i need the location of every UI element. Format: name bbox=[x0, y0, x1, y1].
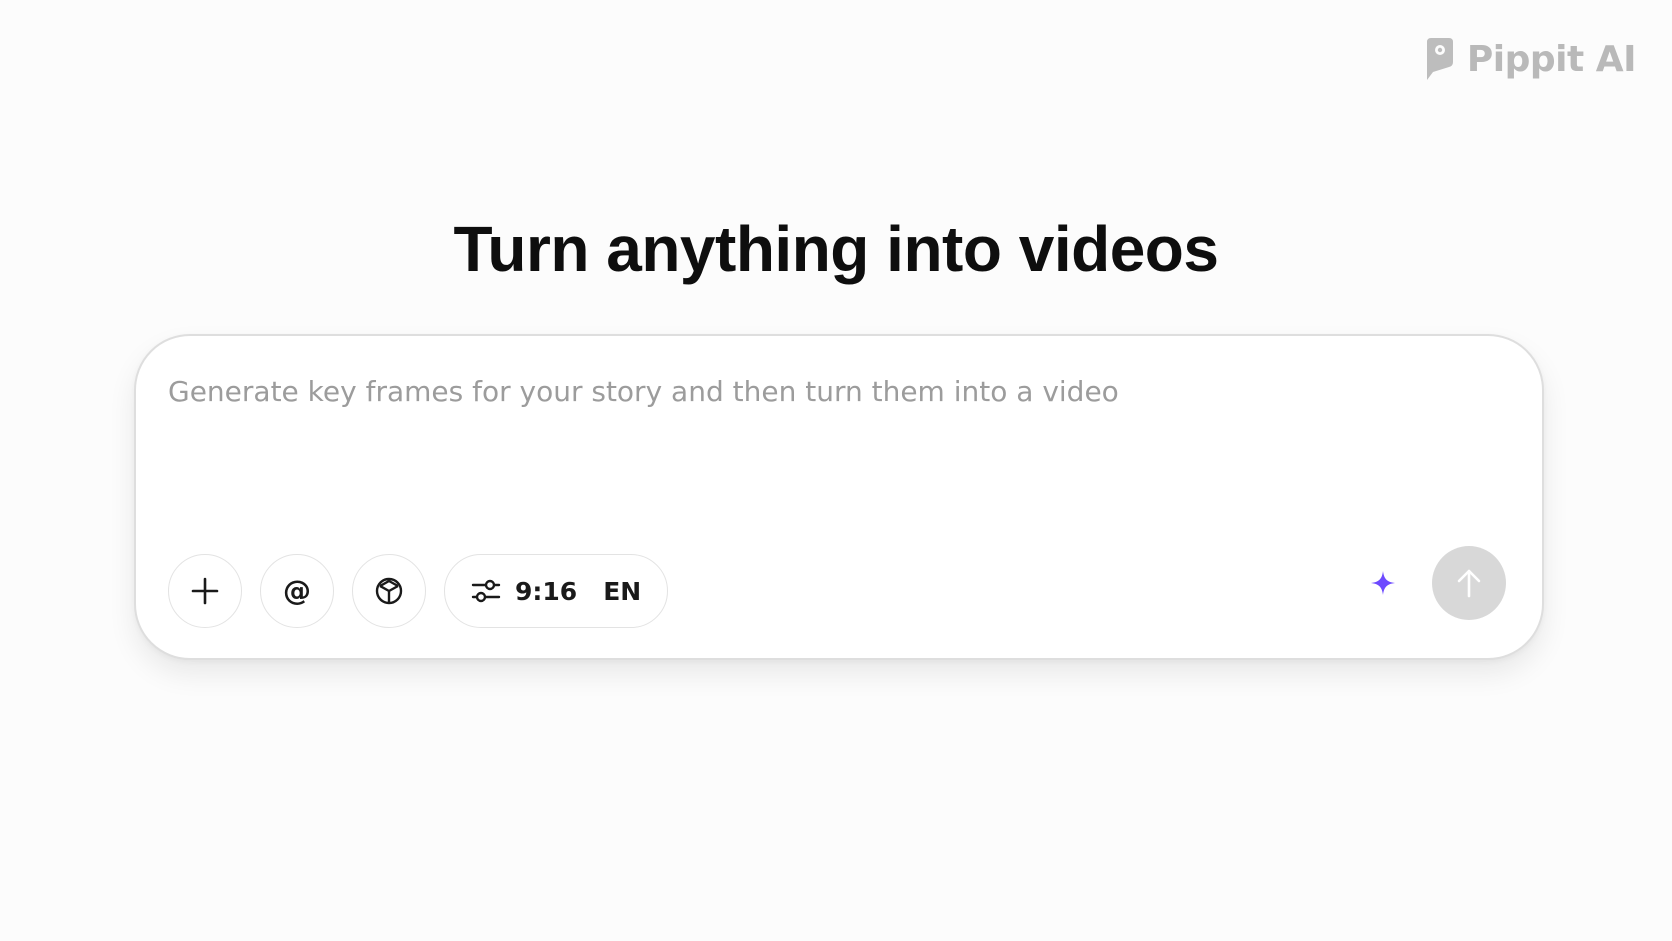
brand-name: Pippit AI bbox=[1466, 38, 1637, 80]
brand-logo[interactable]: Pippit AI bbox=[1423, 36, 1637, 82]
pippit-logo-icon bbox=[1426, 38, 1453, 80]
language-label: EN bbox=[603, 576, 642, 606]
composer-toolbar: @ 9:16 EN bbox=[168, 554, 669, 628]
aspect-ratio-label: 9:16 bbox=[515, 576, 578, 606]
page-title: Turn anything into videos bbox=[453, 213, 1219, 285]
composer-actions bbox=[1370, 546, 1506, 620]
send-button[interactable] bbox=[1432, 546, 1506, 620]
page: Pippit AI Turn anything into videos @ bbox=[0, 0, 1672, 941]
at-icon: @ bbox=[283, 574, 311, 607]
prompt-input[interactable] bbox=[168, 372, 1468, 492]
add-attachment-button[interactable] bbox=[168, 554, 242, 628]
sliders-icon bbox=[471, 579, 501, 603]
video-settings-button[interactable]: 9:16 EN bbox=[444, 554, 669, 628]
plus-icon bbox=[191, 577, 219, 605]
arrow-up-icon bbox=[1457, 569, 1481, 598]
mention-button[interactable]: @ bbox=[260, 554, 334, 628]
cube-icon bbox=[375, 577, 403, 605]
prompt-composer: @ 9:16 EN bbox=[134, 334, 1544, 660]
model-select-button[interactable] bbox=[352, 554, 426, 628]
sparkle-icon[interactable] bbox=[1370, 570, 1396, 596]
